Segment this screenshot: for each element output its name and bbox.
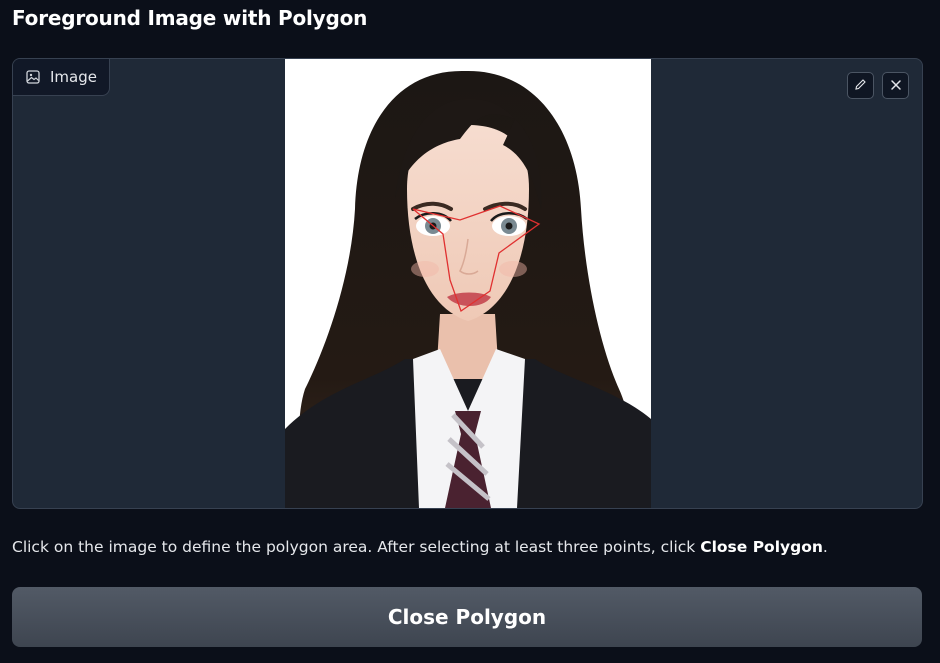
close-icon [890, 76, 902, 95]
page-title: Foreground Image with Polygon [12, 6, 368, 30]
edit-button[interactable] [847, 72, 874, 99]
clear-image-button[interactable] [882, 72, 909, 99]
instructions-emphasis: Close Polygon [700, 538, 823, 556]
instructions-text: Click on the image to define the polygon… [12, 538, 828, 556]
image-component: Image [12, 58, 923, 509]
instructions-suffix: . [822, 538, 828, 556]
image-label-chip: Image [13, 59, 110, 96]
pencil-icon [854, 76, 867, 95]
close-polygon-button[interactable]: Close Polygon [12, 587, 922, 647]
image-icon [26, 70, 40, 84]
foreground-image[interactable] [285, 59, 651, 508]
image-label: Image [50, 68, 97, 86]
instructions-prefix: Click on the image to define the polygon… [12, 538, 701, 556]
